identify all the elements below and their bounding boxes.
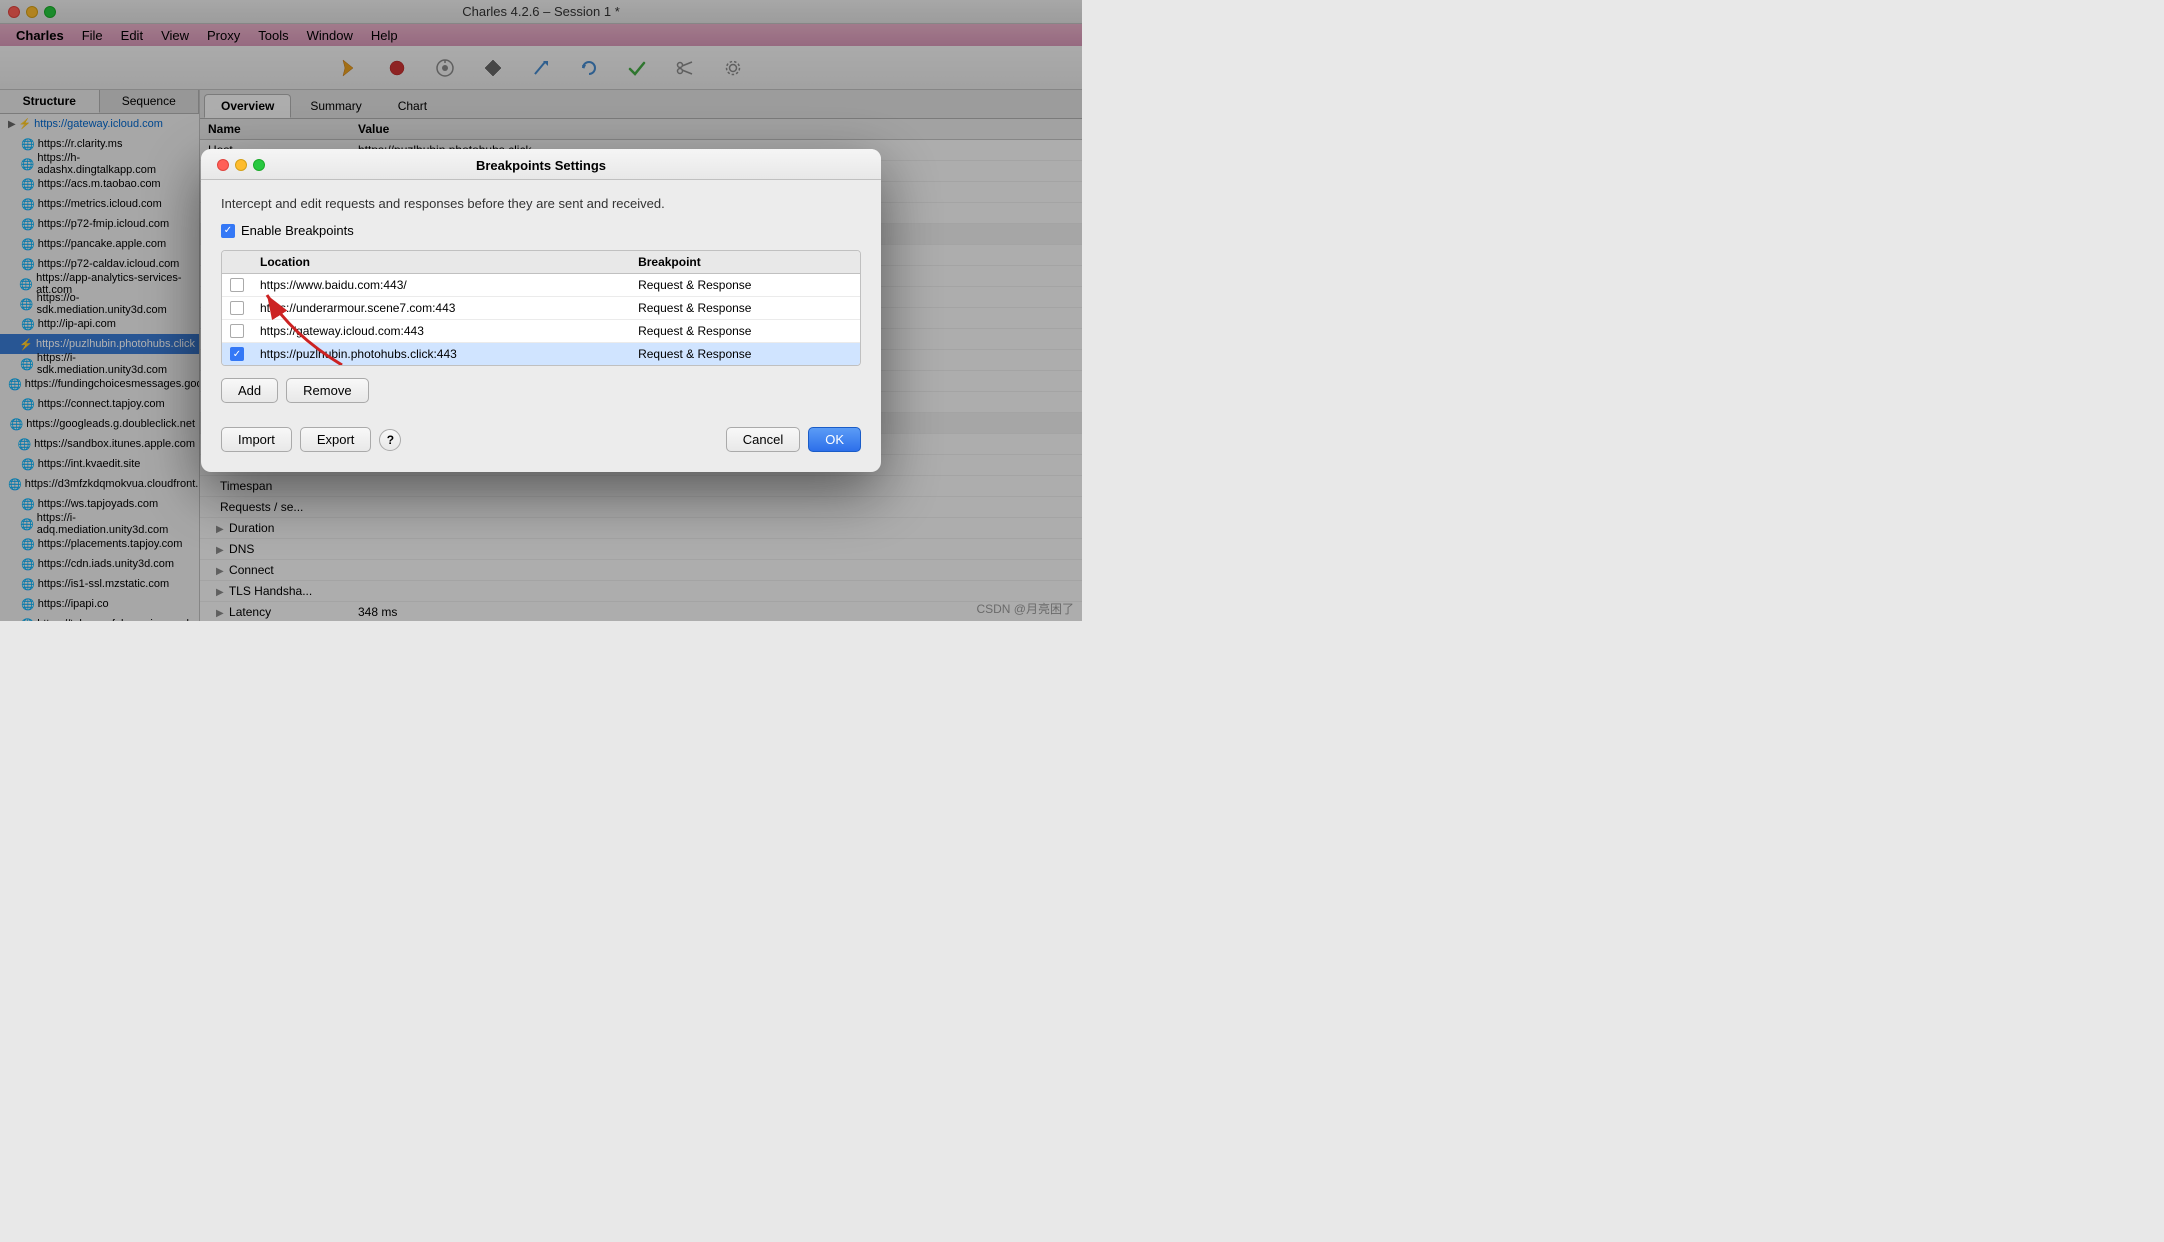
footer-left: Import Export ?: [221, 427, 401, 452]
modal-description: Intercept and edit requests and response…: [221, 196, 861, 211]
breakpoints-modal: Breakpoints Settings Intercept and edit …: [201, 149, 881, 472]
bp-breakpoint-3: Request & Response: [630, 343, 860, 366]
modal-footer: Import Export ? Cancel OK: [221, 419, 861, 456]
modal-titlebar: Breakpoints Settings: [201, 149, 881, 180]
enable-breakpoints-checkbox[interactable]: ✓: [221, 224, 235, 238]
bp-location-0: https://www.baidu.com:443/: [252, 274, 630, 297]
bp-breakpoint-2: Request & Response: [630, 320, 860, 343]
bp-checkbox-3[interactable]: ✓: [222, 343, 252, 366]
modal-title: Breakpoints Settings: [476, 158, 606, 173]
modal-traffic-lights: [217, 159, 265, 171]
enable-breakpoints-row: ✓ Enable Breakpoints: [221, 223, 861, 238]
export-button[interactable]: Export: [300, 427, 372, 452]
bp-location-2: https://gateway.icloud.com:443: [252, 320, 630, 343]
empty-checkbox-icon: [230, 278, 244, 292]
bp-location-3: https://puzlhubin.photohubs.click:443: [252, 343, 630, 366]
bp-row-1: https://underarmour.scene7.com:443 Reque…: [222, 297, 860, 320]
bp-row-3: ✓ https://puzlhubin.photohubs.click:443 …: [222, 343, 860, 366]
bp-col-breakpoint: Breakpoint: [630, 251, 860, 274]
ok-button[interactable]: OK: [808, 427, 861, 452]
checked-checkbox-icon: ✓: [230, 347, 244, 361]
breakpoints-table: Location Breakpoint https://www.baidu.co…: [222, 251, 860, 365]
add-button[interactable]: Add: [221, 378, 278, 403]
bp-row-0: https://www.baidu.com:443/ Request & Res…: [222, 274, 860, 297]
modal-overlay: Breakpoints Settings Intercept and edit …: [0, 0, 1082, 621]
footer-right: Cancel OK: [726, 427, 861, 452]
bp-checkbox-0[interactable]: [222, 274, 252, 297]
modal-body: Intercept and edit requests and response…: [201, 180, 881, 472]
bp-checkbox-2[interactable]: [222, 320, 252, 343]
modal-close-button[interactable]: [217, 159, 229, 171]
import-button[interactable]: Import: [221, 427, 292, 452]
cancel-button[interactable]: Cancel: [726, 427, 800, 452]
enable-breakpoints-label: Enable Breakpoints: [241, 223, 354, 238]
bp-location-1: https://underarmour.scene7.com:443: [252, 297, 630, 320]
modal-minimize-button[interactable]: [235, 159, 247, 171]
remove-button[interactable]: Remove: [286, 378, 368, 403]
breakpoints-table-container: Location Breakpoint https://www.baidu.co…: [221, 250, 861, 366]
bp-row-2: https://gateway.icloud.com:443 Request &…: [222, 320, 860, 343]
modal-maximize-button[interactable]: [253, 159, 265, 171]
bp-breakpoint-0: Request & Response: [630, 274, 860, 297]
bp-table-header: Location Breakpoint: [222, 251, 860, 274]
bp-breakpoint-1: Request & Response: [630, 297, 860, 320]
empty-checkbox-icon: [230, 324, 244, 338]
bp-col-location: Location: [252, 251, 630, 274]
bp-checkbox-1[interactable]: [222, 297, 252, 320]
add-remove-buttons: Add Remove: [221, 378, 861, 403]
empty-checkbox-icon: [230, 301, 244, 315]
help-button[interactable]: ?: [379, 429, 401, 451]
bp-col-check: [222, 251, 252, 274]
